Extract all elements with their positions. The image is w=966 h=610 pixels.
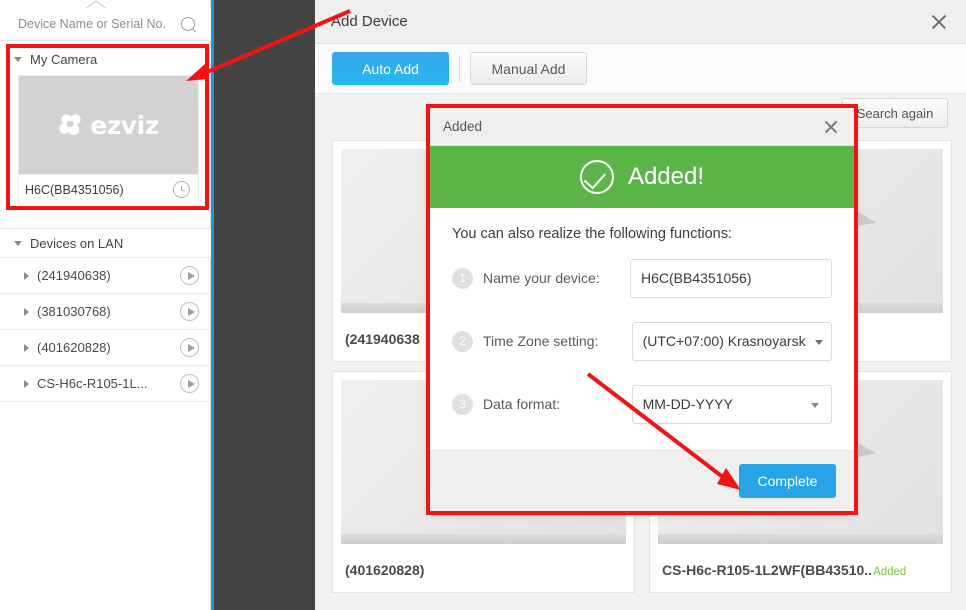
ezviz-wordmark: ezviz [90, 110, 159, 140]
search-input[interactable] [18, 17, 180, 31]
play-icon[interactable] [180, 302, 199, 321]
chevron-down-icon[interactable] [14, 56, 22, 62]
added-modal: Added Added! You can also realize the fo… [430, 108, 854, 511]
sidebar-search-row[interactable] [0, 8, 211, 41]
close-icon[interactable] [821, 117, 841, 137]
device-card-label: (401620828) [345, 562, 624, 578]
list-item[interactable]: (401620828) [0, 329, 211, 365]
lan-device-label: CS-H6c-R105-1L... [37, 376, 148, 391]
data-format-select[interactable]: MM-DD-YYYY [631, 384, 832, 424]
chevron-right-icon[interactable] [24, 271, 29, 280]
complete-button[interactable]: Complete [739, 464, 836, 498]
timezone-select[interactable]: (UTC+07:00) Krasnoyarsk (RT [631, 321, 832, 361]
my-camera-group-header[interactable]: My Camera [0, 45, 211, 73]
ezviz-logo: ezviz [58, 110, 159, 140]
clock-icon[interactable] [173, 181, 190, 198]
devices-on-lan-group: Devices on LAN (241940638) (381030768) (… [0, 228, 211, 402]
lan-device-label: (401620828) [37, 340, 111, 355]
tab-auto-add[interactable]: Auto Add [332, 52, 449, 85]
added-modal-titlebar: Added [430, 108, 854, 146]
add-device-tabs: Auto Add Manual Add [315, 44, 966, 94]
success-banner: Added! [430, 146, 854, 208]
status-badge: Added [873, 566, 907, 578]
devices-on-lan-group-header[interactable]: Devices on LAN [0, 229, 211, 257]
devices-on-lan-group-label: Devices on LAN [30, 235, 124, 251]
dark-side-panel [211, 0, 315, 610]
step-number-badge: 2 [452, 330, 473, 352]
device-card-name: (401620828) [345, 562, 425, 578]
added-modal-title: Added [443, 119, 483, 134]
close-icon[interactable] [928, 11, 950, 33]
divider [459, 55, 460, 82]
added-modal-footer: Complete [430, 450, 854, 511]
added-modal-subhead: You can also realize the following funct… [452, 226, 732, 242]
success-banner-text: Added! [627, 163, 705, 190]
chevron-down-icon[interactable] [14, 240, 22, 246]
page-title: Add Device [331, 13, 408, 30]
chevron-right-icon[interactable] [24, 379, 29, 388]
step-number-badge: 1 [452, 267, 473, 289]
add-device-titlebar: Add Device [315, 0, 966, 44]
play-icon[interactable] [180, 374, 199, 393]
added-modal-body: You can also realize the following funct… [430, 208, 854, 489]
field-label-timezone: Time Zone setting: [483, 333, 599, 349]
lan-device-label: (381030768) [37, 304, 111, 319]
field-label-dataformat: Data format: [483, 396, 561, 412]
my-camera-device-name: H6C(BB4351056) [25, 182, 124, 197]
field-row-timezone: 2 Time Zone setting: (UTC+07:00) Krasnoy… [452, 321, 832, 361]
check-circle-icon [579, 160, 614, 194]
ezviz-mark-icon [58, 113, 84, 137]
list-item[interactable]: (381030768) [0, 293, 211, 329]
play-icon[interactable] [180, 266, 199, 285]
my-camera-group: My Camera ezviz H6C(BB4351056) [0, 45, 211, 205]
list-item[interactable]: (241940638) [0, 257, 211, 293]
sidebar: My Camera ezv [0, 0, 211, 610]
field-row-name: 1 Name your device: [452, 258, 832, 298]
chevron-right-icon[interactable] [24, 343, 29, 352]
field-label-name: Name your device: [483, 270, 600, 286]
my-camera-group-label: My Camera [30, 51, 98, 67]
field-row-dataformat: 3 Data format: MM-DD-YYYY [452, 384, 832, 424]
device-thumbnail-shelf [341, 534, 626, 544]
chevron-right-icon[interactable] [24, 307, 29, 316]
device-card-name: (241940638 [345, 331, 420, 347]
my-camera-thumbnail[interactable]: ezviz [19, 76, 198, 174]
list-item[interactable]: CS-H6c-R105-1L... [0, 365, 211, 401]
device-name-input[interactable] [630, 258, 832, 298]
device-card-label: CS-H6c-R105-1L2WF(BB43510.. Added [662, 562, 941, 578]
divider [0, 401, 211, 402]
my-camera-card[interactable]: ezviz H6C(BB4351056) [18, 75, 199, 205]
data-format-select-value: MM-DD-YYYY [642, 396, 733, 412]
device-card-name: CS-H6c-R105-1L2WF(BB43510.. [662, 562, 873, 578]
play-icon[interactable] [180, 338, 199, 357]
lan-device-label: (241940638) [37, 268, 111, 283]
device-thumbnail-shelf [658, 534, 943, 544]
timezone-select-value: (UTC+07:00) Krasnoyarsk (RT [642, 333, 809, 349]
step-number-badge: 3 [452, 393, 473, 415]
tab-manual-add[interactable]: Manual Add [470, 52, 587, 85]
app-window: My Camera ezv [0, 0, 966, 610]
search-icon[interactable] [180, 16, 197, 33]
my-camera-caption: H6C(BB4351056) [19, 174, 198, 204]
